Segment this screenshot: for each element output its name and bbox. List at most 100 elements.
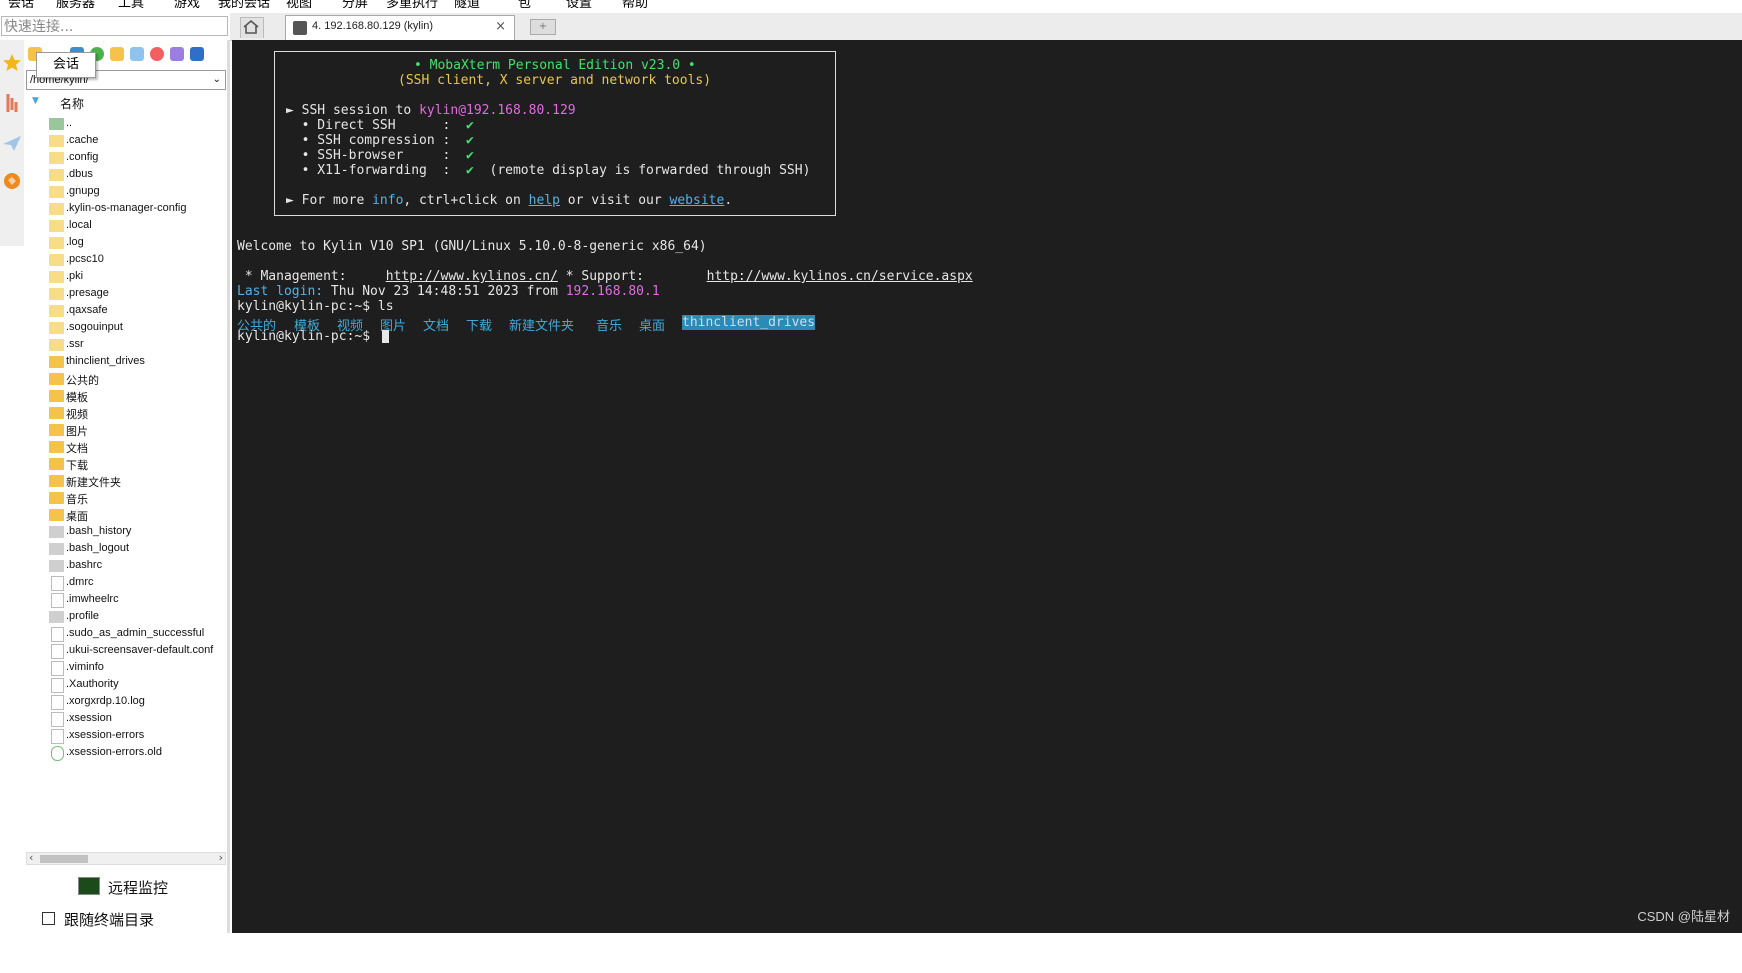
website-link[interactable]: website bbox=[670, 193, 725, 208]
terminal-pane[interactable]: • MobaXterm Personal Edition v23.0 • (SS… bbox=[232, 40, 1742, 933]
file-list-item[interactable]: .local bbox=[24, 218, 228, 235]
file-list-item[interactable]: .pki bbox=[24, 269, 228, 286]
file-list-item[interactable]: 模板 bbox=[24, 388, 228, 405]
file-list-item[interactable]: 图片 bbox=[24, 422, 228, 439]
folder-icon bbox=[49, 186, 64, 198]
menu-tunneling[interactable]: 隧道 bbox=[454, 0, 480, 8]
tab-close-icon[interactable]: × bbox=[495, 19, 506, 34]
home-icon bbox=[243, 19, 259, 34]
new-file-icon[interactable] bbox=[130, 47, 144, 61]
file-name: .imwheelrc bbox=[66, 593, 119, 605]
file-icon bbox=[51, 593, 64, 608]
collapse-triangle-icon[interactable]: ▼ bbox=[32, 96, 39, 106]
folder-icon bbox=[49, 288, 64, 300]
file-name: .config bbox=[66, 151, 99, 163]
menu-help[interactable]: 帮助 bbox=[622, 0, 648, 8]
support-url[interactable]: http://www.kylinos.cn/service.aspx bbox=[707, 269, 973, 284]
file-list-item[interactable]: .dbus bbox=[24, 167, 228, 184]
file-list-item[interactable]: .ssr bbox=[24, 337, 228, 354]
file-list-item[interactable]: .. bbox=[24, 116, 228, 133]
file-list-item[interactable]: .presage bbox=[24, 286, 228, 303]
file-list-item[interactable]: 音乐 bbox=[24, 490, 228, 507]
menu-my-sessions[interactable]: 我的会话 bbox=[218, 0, 270, 8]
rename-icon[interactable] bbox=[170, 47, 184, 61]
file-list-item[interactable]: .bash_history bbox=[24, 524, 228, 541]
scroll-left-arrow-icon[interactable]: ‹ bbox=[29, 851, 33, 864]
file-list-item[interactable]: .Xauthority bbox=[24, 677, 228, 694]
file-list-item[interactable]: .sogouinput bbox=[24, 320, 228, 337]
file-icon bbox=[51, 678, 64, 693]
menu-split[interactable]: 分屏 bbox=[342, 0, 368, 8]
file-list-item[interactable]: .ukui-screensaver-default.conf bbox=[24, 643, 228, 660]
help-link[interactable]: help bbox=[529, 193, 560, 208]
file-list-item[interactable]: .qaxsafe bbox=[24, 303, 228, 320]
ssh-session-tab[interactable]: 4. 192.168.80.129 (kylin) × bbox=[285, 15, 515, 40]
follow-terminal-label: 跟随终端目录 bbox=[64, 911, 155, 929]
file-list-item[interactable]: 下载 bbox=[24, 456, 228, 473]
sftp-icon[interactable] bbox=[0, 126, 24, 160]
horizontal-scrollbar[interactable]: ‹ › bbox=[26, 851, 226, 865]
home-tab-button[interactable] bbox=[240, 17, 264, 38]
file-list-item[interactable]: 文档 bbox=[24, 439, 228, 456]
tools-icon[interactable] bbox=[0, 86, 24, 120]
menu-servers[interactable]: 服务器 bbox=[56, 0, 95, 8]
file-list-item[interactable]: 桌面 bbox=[24, 507, 228, 524]
file-list-item[interactable]: .profile bbox=[24, 609, 228, 626]
quick-connect-input[interactable]: 快速连接... bbox=[1, 16, 228, 36]
file-list-item[interactable]: 新建文件夹 bbox=[24, 473, 228, 490]
file-name: .sogouinput bbox=[66, 321, 123, 333]
macros-icon[interactable] bbox=[0, 164, 24, 198]
file-list-item[interactable]: .pcsc10 bbox=[24, 252, 228, 269]
remote-monitor-button[interactable]: 远程监控 bbox=[24, 874, 228, 898]
menu-settings[interactable]: 设置 bbox=[566, 0, 592, 8]
file-list-item[interactable]: .bashrc bbox=[24, 558, 228, 575]
menu-games[interactable]: 游戏 bbox=[174, 0, 200, 8]
file-list-item[interactable]: .xsession bbox=[24, 711, 228, 728]
delete-icon[interactable] bbox=[150, 47, 164, 61]
menu-packages[interactable]: 包 bbox=[518, 0, 531, 8]
file-list-item[interactable]: .log bbox=[24, 235, 228, 252]
file-name: .ukui-screensaver-default.conf bbox=[66, 644, 214, 656]
menu-view[interactable]: 视图 bbox=[286, 0, 312, 8]
file-name: .xsession-errors bbox=[66, 729, 145, 741]
file-list-item[interactable]: thinclient_drives bbox=[24, 354, 228, 371]
menu-tools[interactable]: 工具 bbox=[118, 0, 144, 8]
file-list-item[interactable]: .dmrc bbox=[24, 575, 228, 592]
chevron-down-icon: ⌄ bbox=[212, 74, 221, 85]
file-list-item[interactable]: .sudo_as_admin_successful bbox=[24, 626, 228, 643]
menu-multiexec[interactable]: 多重执行 bbox=[386, 0, 438, 8]
file-list-item[interactable]: .imwheelrc bbox=[24, 592, 228, 609]
properties-icon[interactable] bbox=[190, 47, 204, 61]
file-list-item[interactable]: 视频 bbox=[24, 405, 228, 422]
file-list-item[interactable]: .config bbox=[24, 150, 228, 167]
file-icon bbox=[51, 627, 64, 642]
file-name: .kylin-os-manager-config bbox=[66, 202, 187, 214]
session-target: kylin@192.168.80.129 bbox=[419, 103, 576, 118]
file-list-item[interactable]: .viminfo bbox=[24, 660, 228, 677]
file-name: .dmrc bbox=[66, 576, 94, 588]
menu-session[interactable]: 会话 bbox=[8, 0, 34, 8]
file-list-item[interactable]: .gnupg bbox=[24, 184, 228, 201]
file-icon bbox=[49, 543, 64, 555]
sessions-star-icon[interactable] bbox=[0, 46, 24, 80]
file-list-item[interactable]: .xsession-errors.old bbox=[24, 745, 228, 762]
scroll-thumb[interactable] bbox=[40, 855, 88, 863]
scroll-right-arrow-icon[interactable]: › bbox=[219, 851, 223, 864]
file-list-item[interactable]: 公共的 bbox=[24, 371, 228, 388]
file-list-item[interactable]: .xorgxrdp.10.log bbox=[24, 694, 228, 711]
file-name: 音乐 bbox=[66, 494, 88, 506]
file-list-item[interactable]: .xsession-errors bbox=[24, 728, 228, 745]
ls-entry: 下载 bbox=[466, 319, 493, 334]
column-name-header[interactable]: 名称 bbox=[60, 95, 84, 112]
follow-terminal-checkbox[interactable] bbox=[42, 912, 55, 925]
left-side-strip bbox=[0, 40, 25, 973]
file-icon bbox=[49, 611, 64, 623]
management-url[interactable]: http://www.kylinos.cn/ bbox=[386, 269, 558, 284]
file-list-item[interactable]: .kylin-os-manager-config bbox=[24, 201, 228, 218]
sftp-sidebar: /home/kylin/ ⌄ ▼ 名称 .. .cache .config .dbus… bbox=[24, 40, 230, 933]
file-list-item[interactable]: .bash_logout bbox=[24, 541, 228, 558]
info-link[interactable]: info bbox=[372, 193, 403, 208]
new-tab-button[interactable]: + bbox=[530, 19, 556, 35]
file-list-item[interactable]: .cache bbox=[24, 133, 228, 150]
new-folder-icon[interactable] bbox=[110, 47, 124, 61]
